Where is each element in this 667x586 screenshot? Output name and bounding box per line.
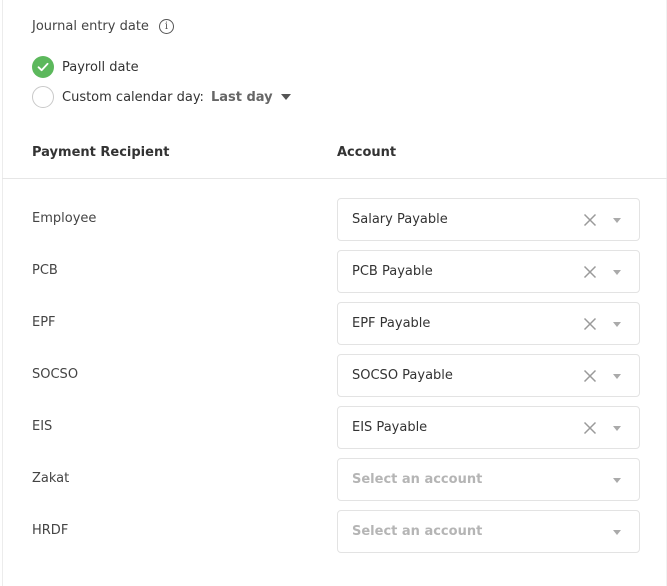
chevron-down-icon[interactable] xyxy=(613,218,621,223)
recipient-label: EIS xyxy=(32,419,53,434)
journal-entry-date-label: Journal entry date i xyxy=(32,19,174,34)
payroll-date-option[interactable]: Payroll date xyxy=(32,56,139,78)
clear-icon[interactable] xyxy=(583,317,597,331)
account-select-value: EPF Payable xyxy=(352,316,431,331)
chevron-down-icon[interactable] xyxy=(613,530,621,535)
payroll-date-label: Payroll date xyxy=(62,59,139,75)
caret-down-icon xyxy=(280,94,291,100)
account-select-placeholder: Select an account xyxy=(352,472,483,487)
header-divider xyxy=(2,178,667,179)
chevron-down-icon[interactable] xyxy=(613,426,621,431)
custom-calendar-day-label: Custom calendar day: xyxy=(62,89,204,105)
account-select[interactable]: Salary Payable xyxy=(337,198,640,241)
custom-calendar-day-option[interactable]: Custom calendar day: Last day xyxy=(32,86,291,108)
chevron-down-icon[interactable] xyxy=(613,322,621,327)
recipient-label: HRDF xyxy=(32,523,69,538)
chevron-down-icon[interactable] xyxy=(613,270,621,275)
account-select[interactable]: Select an account xyxy=(337,510,640,553)
recipient-label: SOCSO xyxy=(32,367,79,382)
frame-border-left xyxy=(2,0,3,586)
calendar-day-dropdown[interactable]: Last day xyxy=(211,90,291,105)
payroll-journal-settings: Journal entry date i Payroll date Custom… xyxy=(0,0,667,586)
account-select-value: Salary Payable xyxy=(352,212,448,227)
header-payment-recipient: Payment Recipient xyxy=(32,145,170,160)
account-select[interactable]: Select an account xyxy=(337,458,640,501)
account-select-value: PCB Payable xyxy=(352,264,433,279)
chevron-down-icon[interactable] xyxy=(613,374,621,379)
checkmark-icon[interactable] xyxy=(32,56,54,78)
account-select[interactable]: EPF Payable xyxy=(337,302,640,345)
clear-icon[interactable] xyxy=(583,421,597,435)
account-select[interactable]: SOCSO Payable xyxy=(337,354,640,397)
info-icon[interactable]: i xyxy=(158,19,174,34)
chevron-down-icon[interactable] xyxy=(613,478,621,483)
journal-entry-date-text: Journal entry date xyxy=(32,19,149,34)
header-account: Account xyxy=(337,145,397,160)
recipient-label: PCB xyxy=(32,263,58,278)
account-select-value: EIS Payable xyxy=(352,420,428,435)
recipient-label: Employee xyxy=(32,211,97,226)
account-select[interactable]: PCB Payable xyxy=(337,250,640,293)
account-select[interactable]: EIS Payable xyxy=(337,406,640,449)
calendar-day-dropdown-value: Last day xyxy=(210,89,273,105)
recipient-label: Zakat xyxy=(32,471,70,486)
account-select-value: SOCSO Payable xyxy=(352,368,453,383)
clear-icon[interactable] xyxy=(583,265,597,279)
recipient-label: EPF xyxy=(32,315,56,330)
radio-icon[interactable] xyxy=(32,86,54,108)
clear-icon[interactable] xyxy=(583,369,597,383)
clear-icon[interactable] xyxy=(583,213,597,227)
account-select-placeholder: Select an account xyxy=(352,524,483,539)
